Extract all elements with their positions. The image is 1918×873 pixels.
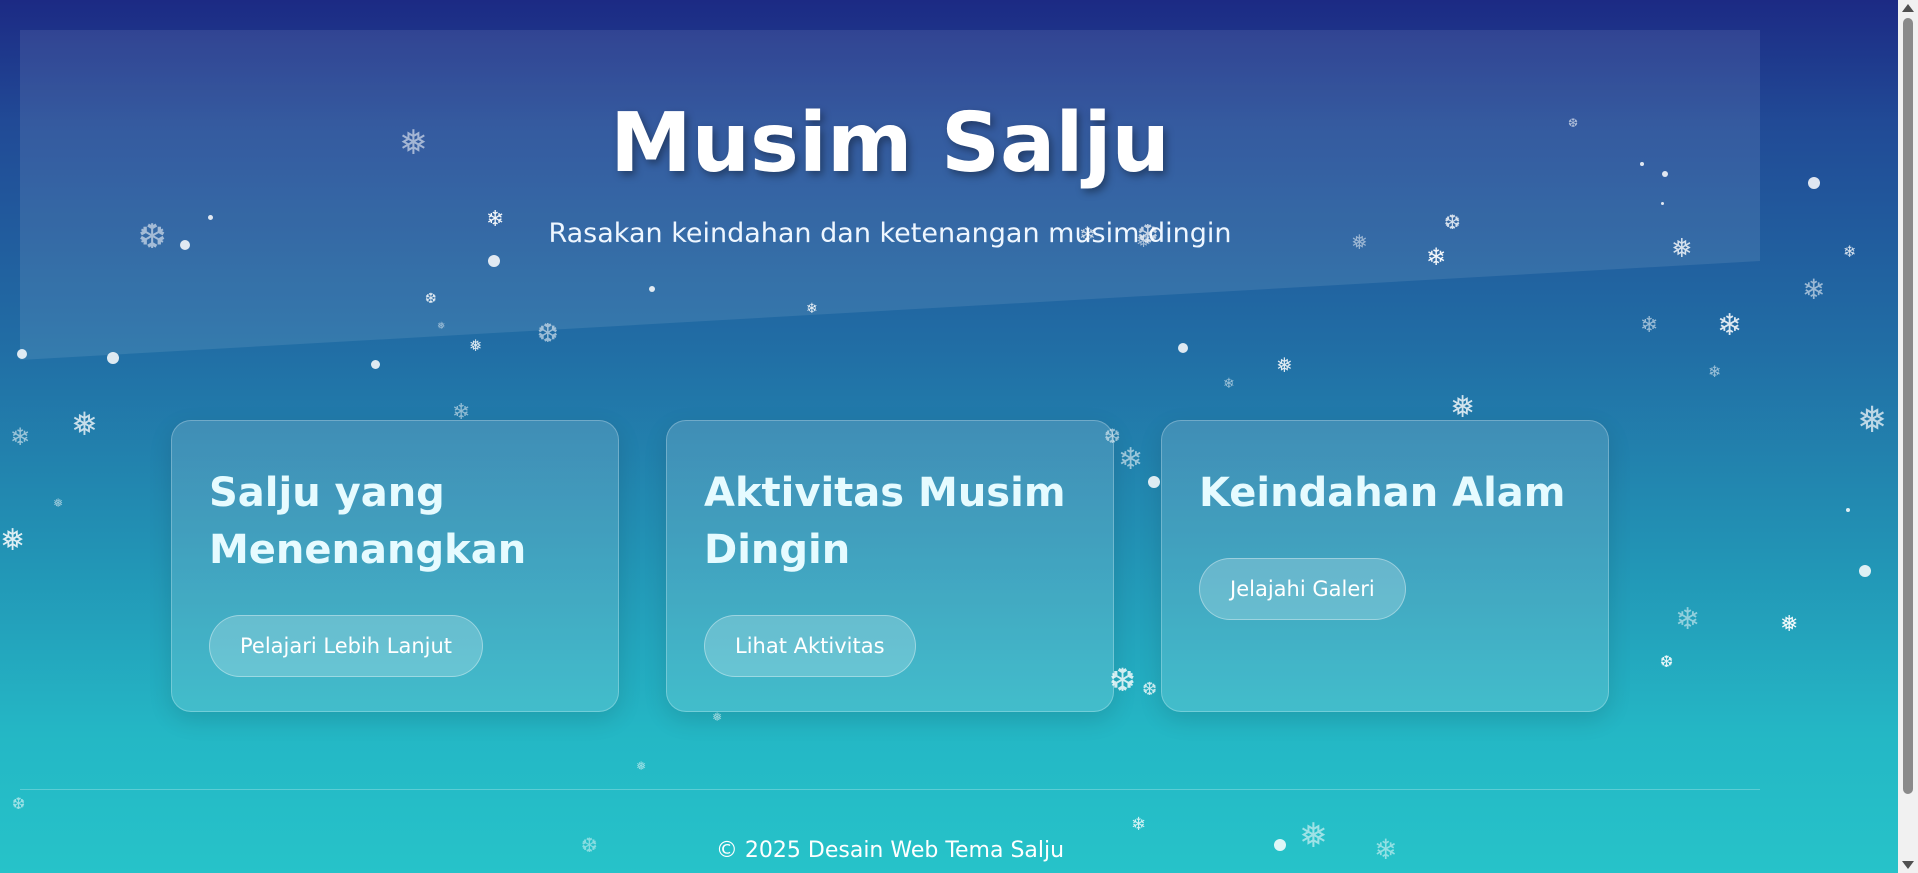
snow-particle: [1662, 171, 1668, 177]
snowflake-icon: ❄: [1640, 313, 1659, 338]
snowflake-icon: ❆: [1104, 424, 1121, 448]
snowflake-icon: ❅: [1299, 816, 1328, 856]
snow-particle: [180, 240, 190, 250]
scroll-down-icon[interactable]: [1902, 861, 1914, 869]
scroll-thumb[interactable]: [1903, 18, 1913, 794]
snow-particle: [1178, 343, 1188, 353]
snowflake-icon: ❆: [1660, 652, 1674, 671]
card-salju: Salju yang Menenangkan Pelajari Lebih La…: [171, 420, 619, 712]
card-aktivitas: Aktivitas Musim Dingin Lihat Aktivitas: [666, 420, 1114, 712]
page-title: Musim Salju: [610, 96, 1170, 191]
snowflake-icon: ❆: [1444, 210, 1461, 234]
snow-particle: [1274, 839, 1286, 851]
snowflake-icon: ❄: [1843, 242, 1857, 261]
snow-particle: [1660, 201, 1664, 205]
explore-gallery-button[interactable]: Jelajahi Galeri: [1199, 558, 1406, 620]
hero-panel: [20, 30, 1760, 360]
snowflake-icon: ❄: [1717, 308, 1743, 343]
snowflake-icon: ❄: [806, 301, 818, 317]
snowflake-icon: ❆: [1568, 116, 1579, 130]
learn-more-button[interactable]: Pelajari Lebih Lanjut: [209, 615, 484, 677]
snowflake-icon: ❄: [1118, 442, 1144, 477]
card-title: Aktivitas Musim Dingin: [704, 470, 1066, 573]
card-keindahan: Keindahan Alam Jelajahi Galeri: [1161, 420, 1609, 712]
snowflake-icon: ❅: [1671, 234, 1693, 264]
vertical-scrollbar[interactable]: [1898, 0, 1918, 873]
snow-particle: [1640, 162, 1644, 166]
snow-particle: [1859, 565, 1871, 577]
snowflake-icon: ❄: [1426, 243, 1447, 271]
snowflake-icon: ❄: [1131, 814, 1147, 835]
snowflake-icon: ❅: [0, 523, 26, 558]
snowflake-icon: ❄: [486, 207, 505, 232]
view-activities-button[interactable]: Lihat Aktivitas: [704, 615, 916, 677]
snowflake-icon: ❅: [1450, 390, 1476, 425]
snowflake-icon: ❆: [425, 291, 437, 307]
page: Musim Salju Rasakan keindahan dan ketena…: [0, 0, 1898, 873]
snowflake-icon: ❅: [53, 496, 64, 510]
card-title: Salju yang Menenangkan: [209, 470, 527, 573]
snowflake-icon: ❅: [1276, 353, 1293, 377]
snowflake-icon: ❅: [1780, 612, 1799, 637]
snowflake-icon: ❆: [12, 794, 26, 813]
snowflake-icon: ❅: [1351, 230, 1368, 254]
snow-particle: [488, 255, 500, 267]
snow-particle: [649, 286, 655, 292]
snowflake-icon: ❄: [1079, 222, 1096, 246]
snowflake-icon: ❄: [1223, 376, 1235, 392]
snow-particle: [107, 352, 119, 364]
snow-particle: [1148, 476, 1160, 488]
snowflake-icon: ❄: [452, 400, 471, 425]
snow-particle: [1846, 508, 1850, 512]
snow-particle: [207, 214, 213, 220]
snowflake-icon: ❄: [1802, 273, 1826, 306]
snowflake-icon: ❅: [469, 336, 483, 355]
snowflake-icon: ❅: [1136, 231, 1152, 252]
footer-divider: [20, 789, 1760, 790]
snowflake-icon: ❄: [1374, 833, 1398, 866]
snowflake-icon: ❆: [1142, 679, 1158, 700]
snowflake-icon: ❄: [10, 423, 31, 451]
snow-particle: [17, 349, 27, 359]
snowflake-icon: ❅: [71, 405, 98, 443]
snowflake-icon: ❅: [399, 123, 428, 163]
snowflake-icon: ❆: [138, 217, 167, 257]
snowflake-icon: ❄: [1708, 362, 1722, 381]
snowflake-icon: ❆: [581, 833, 598, 857]
scroll-up-icon[interactable]: [1902, 4, 1914, 12]
snowflake-icon: ❅: [636, 759, 647, 773]
snowflake-icon: ❅: [1857, 400, 1888, 441]
snow-particle: [370, 359, 380, 369]
snowflake-icon: ❄: [1675, 602, 1701, 637]
snowflake-icon: ❅: [712, 710, 723, 724]
hero-subtitle: Rasakan keindahan dan ketenangan musim d…: [548, 218, 1232, 249]
snowflake-icon: ❅: [437, 321, 446, 332]
snow-particle: [1808, 177, 1820, 189]
snowflake-icon: ❆: [1109, 661, 1136, 699]
footer-copyright: © 2025 Desain Web Tema Salju: [715, 838, 1065, 863]
snowflake-icon: ❆: [537, 319, 559, 349]
card-title: Keindahan Alam: [1199, 470, 1566, 516]
